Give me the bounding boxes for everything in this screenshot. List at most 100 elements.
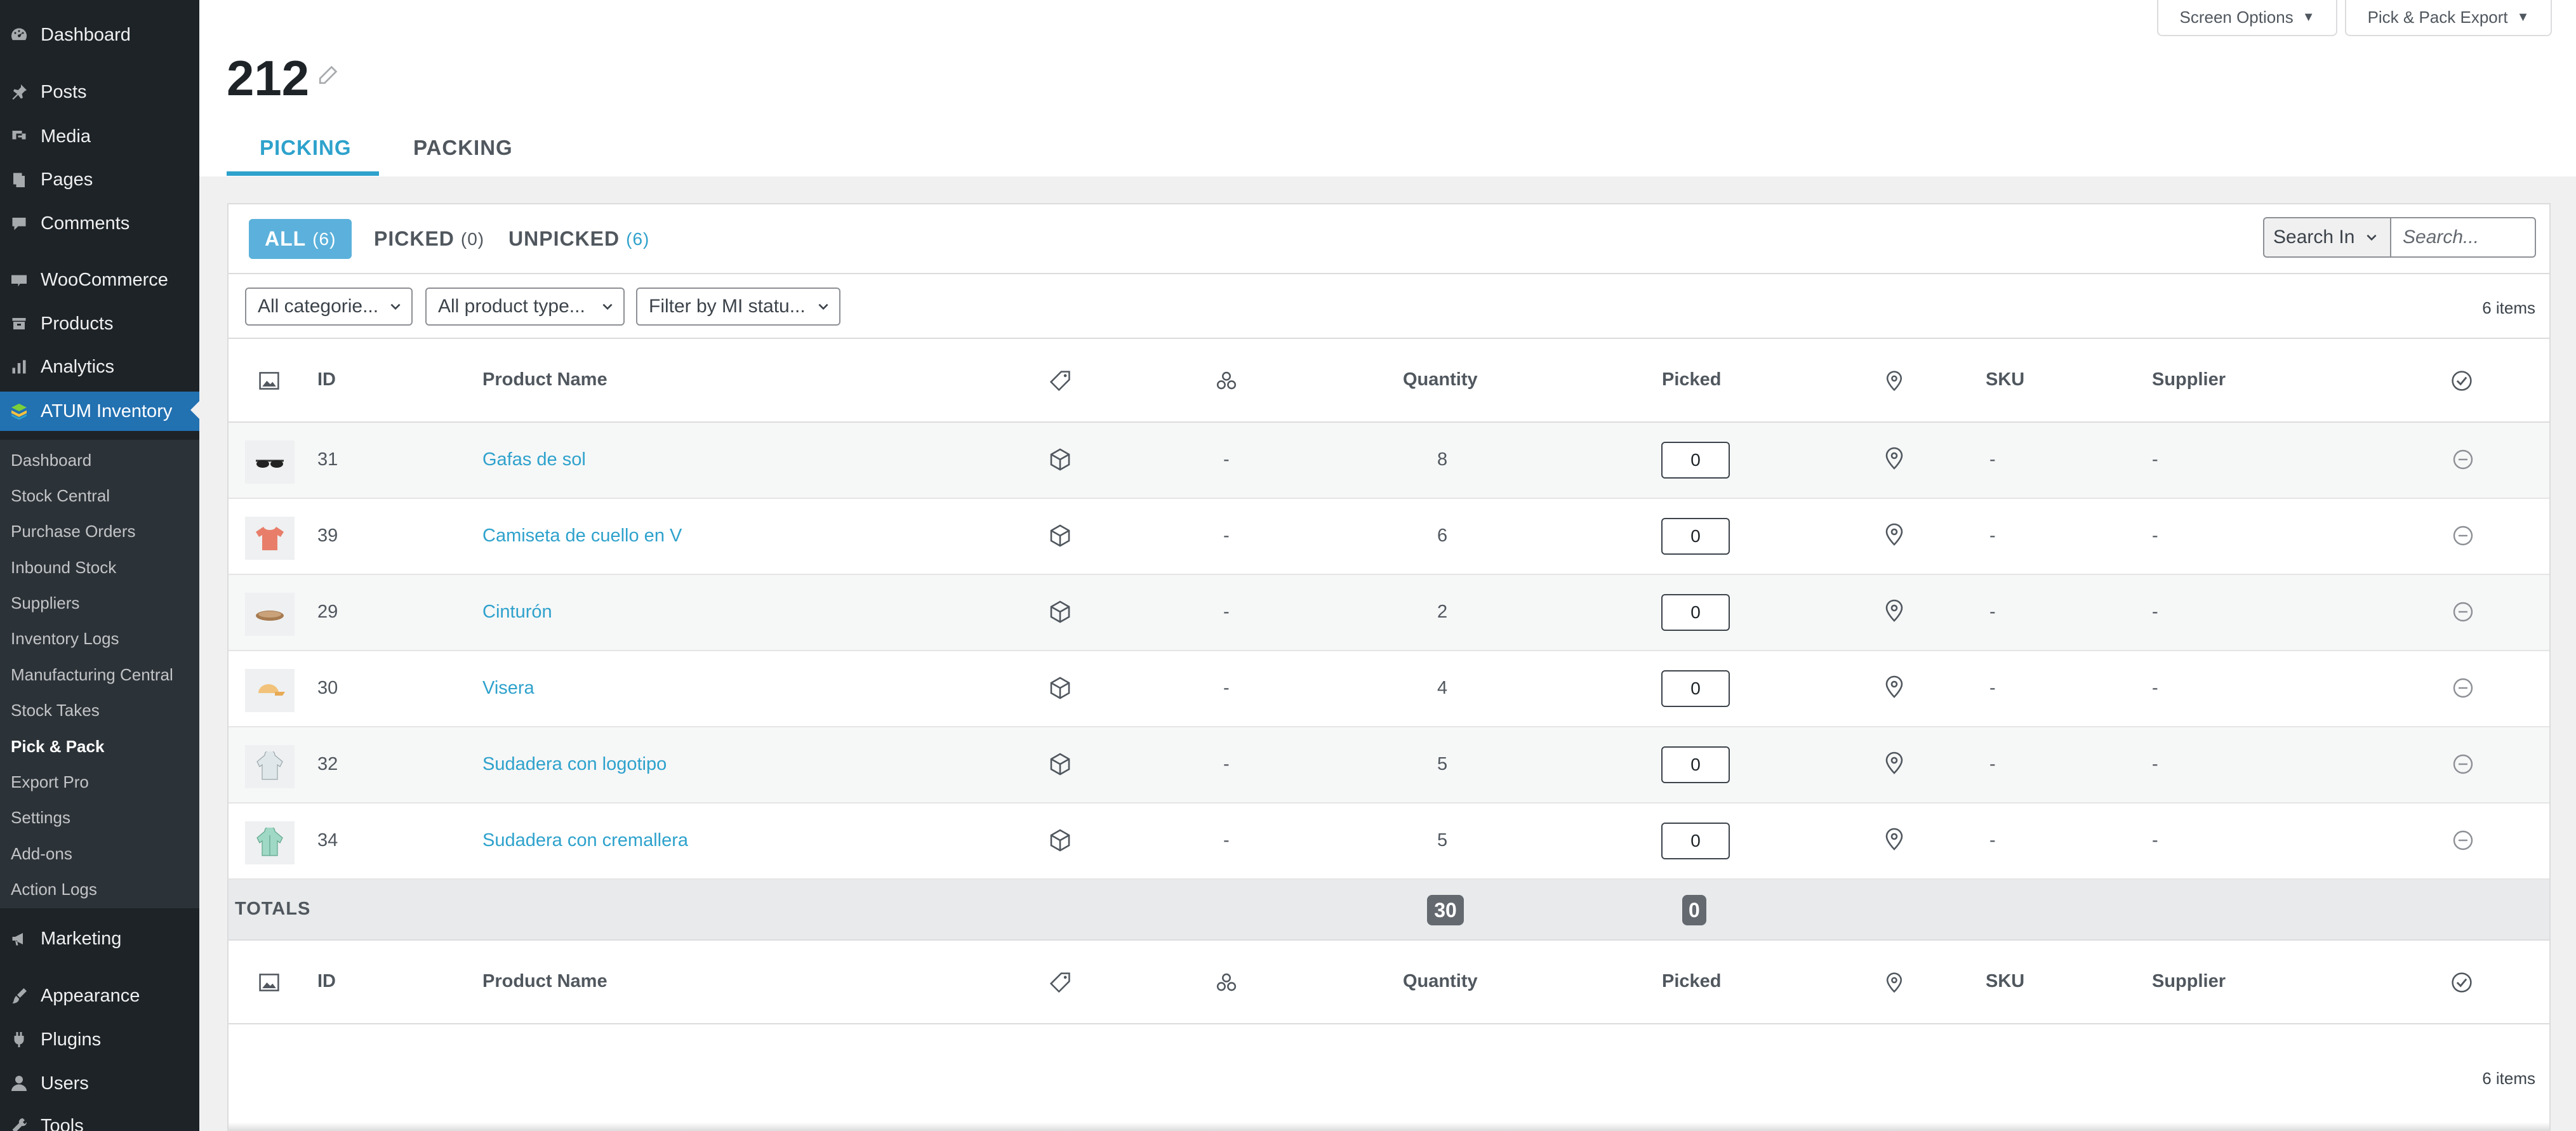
column-header-product-name[interactable]: Product Name xyxy=(482,971,607,992)
tshirt-thumbnail[interactable] xyxy=(245,517,295,560)
tab-picking[interactable]: PICKING xyxy=(260,136,352,160)
sidebar-item-comments[interactable]: Comments xyxy=(0,205,199,242)
view-filter-picked[interactable]: PICKED (0) xyxy=(358,219,500,259)
sidebar-item-dashboard[interactable]: Dashboard xyxy=(0,17,199,53)
sidebar-item-marketing[interactable]: Marketing xyxy=(0,920,199,957)
minus-circle-icon[interactable] xyxy=(2450,751,2476,777)
mi-status-filter-select[interactable]: Filter by MI statu... xyxy=(636,288,840,326)
column-header-id[interactable]: ID xyxy=(317,971,336,992)
product-type-filter-select[interactable]: All product type... xyxy=(425,288,625,326)
view-filter-count: (6) xyxy=(626,228,650,249)
location-pin-icon[interactable] xyxy=(1882,750,1907,776)
screen-options-button[interactable]: Screen Options ▼ xyxy=(2157,0,2337,36)
tab-packing[interactable]: PACKING xyxy=(413,136,513,160)
table-row: 34 Sudadera con cremallera - 5 - - xyxy=(229,804,2549,880)
location-pin-icon[interactable] xyxy=(1882,826,1907,852)
submenu-item-add-ons[interactable]: Add-ons xyxy=(11,841,72,866)
footer-items-count: 6 items xyxy=(2482,1069,2535,1088)
location-pin-icon[interactable] xyxy=(1882,446,1907,471)
submenu-item-action-logs[interactable]: Action Logs xyxy=(11,876,97,902)
sidebar-item-users[interactable]: Users xyxy=(0,1065,199,1102)
minus-circle-icon[interactable] xyxy=(2450,828,2476,853)
submenu-item-settings[interactable]: Settings xyxy=(11,805,70,830)
submenu-item-dashboard[interactable]: Dashboard xyxy=(11,447,91,473)
submenu-item-manufacturing-central[interactable]: Manufacturing Central xyxy=(11,662,173,687)
column-header-id[interactable]: ID xyxy=(317,369,336,390)
product-name-link[interactable]: Camiseta de cuello en V xyxy=(482,526,682,546)
view-filter-all[interactable]: ALL (6) xyxy=(249,219,352,259)
submenu-item-stock-takes[interactable]: Stock Takes xyxy=(11,698,100,723)
column-header-picked[interactable]: Picked xyxy=(1662,369,1722,390)
table-header: ID Product Name Quantity Picked SKU Supp… xyxy=(229,339,2549,423)
product-name-link[interactable]: Visera xyxy=(482,678,534,699)
sidebar-item-label: Analytics xyxy=(41,356,115,377)
panel-bottom-edge xyxy=(229,1122,2549,1131)
pencil-icon[interactable] xyxy=(315,65,338,88)
chevron-down-icon xyxy=(2367,234,2377,241)
search-in-select[interactable]: Search In xyxy=(2263,217,2390,258)
sidebar-item-woocommerce[interactable]: WooCommerce xyxy=(0,261,199,298)
column-header-product-name[interactable]: Product Name xyxy=(482,369,607,390)
sidebar-item-tools[interactable]: Tools xyxy=(0,1108,199,1131)
hoodie-thumbnail[interactable] xyxy=(245,745,295,788)
sidebar-item-appearance[interactable]: Appearance xyxy=(0,977,199,1014)
picked-quantity-input[interactable] xyxy=(1661,670,1730,707)
submenu-item-export-pro[interactable]: Export Pro xyxy=(11,769,89,795)
column-header-supplier[interactable]: Supplier xyxy=(2152,971,2226,992)
submenu-item-suppliers[interactable]: Suppliers xyxy=(11,590,79,616)
picked-quantity-input[interactable] xyxy=(1661,594,1730,631)
belt-thumbnail[interactable] xyxy=(245,593,295,636)
product-name-link[interactable]: Gafas de sol xyxy=(482,449,586,470)
product-name-link[interactable]: Sudadera con logotipo xyxy=(482,754,667,775)
submenu-item-pick-pack[interactable]: Pick & Pack xyxy=(11,734,104,759)
sidebar-item-pages[interactable]: Pages xyxy=(0,161,199,198)
submenu-item-inventory-logs[interactable]: Inventory Logs xyxy=(11,626,119,651)
pick-pack-export-button[interactable]: Pick & Pack Export ▼ xyxy=(2345,0,2552,36)
product-name-link[interactable]: Cinturón xyxy=(482,602,552,623)
submenu-item-purchase-orders[interactable]: Purchase Orders xyxy=(11,519,136,544)
view-filter-label: UNPICKED xyxy=(508,227,620,250)
column-header-supplier[interactable]: Supplier xyxy=(2152,369,2226,390)
submenu-item-inbound-stock[interactable]: Inbound Stock xyxy=(11,555,116,580)
minus-circle-icon[interactable] xyxy=(2450,675,2476,701)
column-header-sku[interactable]: SKU xyxy=(1986,369,2024,390)
product-id: 34 xyxy=(317,830,338,850)
cap-thumbnail[interactable] xyxy=(245,669,295,712)
bom-value: - xyxy=(1223,526,1230,546)
table-row: 39 Camiseta de cuello en V - 6 - - xyxy=(229,499,2549,575)
column-header-quantity[interactable]: Quantity xyxy=(1403,369,1478,390)
minus-circle-icon[interactable] xyxy=(2450,523,2476,548)
sidebar-item-label: Posts xyxy=(41,81,87,102)
sidebar-item-plugins[interactable]: Plugins xyxy=(0,1021,199,1058)
location-pin-icon[interactable] xyxy=(1882,598,1907,623)
submenu-item-stock-central[interactable]: Stock Central xyxy=(11,483,110,508)
product-name-link[interactable]: Sudadera con cremallera xyxy=(482,830,688,851)
picked-quantity-input[interactable] xyxy=(1661,746,1730,783)
product-type-box-icon xyxy=(1050,677,1070,699)
location-pin-icon[interactable] xyxy=(1882,674,1907,699)
quantity-value: 8 xyxy=(1437,449,1448,470)
sunglasses-thumbnail[interactable] xyxy=(245,440,295,484)
picked-quantity-input[interactable] xyxy=(1661,442,1730,479)
sidebar-item-posts[interactable]: Posts xyxy=(0,74,199,110)
column-header-picked[interactable]: Picked xyxy=(1662,971,1722,992)
caret-down-icon: ▼ xyxy=(2516,10,2530,24)
location-pin-icon[interactable] xyxy=(1882,522,1907,547)
search-input[interactable] xyxy=(2390,217,2536,258)
sidebar-item-label: Media xyxy=(41,126,91,147)
sidebar-item-products[interactable]: Products xyxy=(0,305,199,342)
sidebar-item-media[interactable]: Media xyxy=(0,118,199,155)
category-filter-select[interactable]: All categorie... xyxy=(245,288,413,326)
picked-quantity-input[interactable] xyxy=(1661,518,1730,555)
sidebar-item-atum-inventory[interactable]: ATUM Inventory xyxy=(0,392,199,431)
bom-icon xyxy=(1216,371,1237,390)
zip-hoodie-thumbnail[interactable] xyxy=(245,821,295,864)
minus-circle-icon[interactable] xyxy=(2450,447,2476,472)
picked-quantity-input[interactable] xyxy=(1661,823,1730,859)
view-filter-unpicked[interactable]: UNPICKED (6) xyxy=(493,219,665,259)
column-header-sku[interactable]: SKU xyxy=(1986,971,2024,992)
sidebar-item-analytics[interactable]: Analytics xyxy=(0,348,199,385)
column-header-quantity[interactable]: Quantity xyxy=(1403,971,1478,992)
sku-value: - xyxy=(1989,754,1996,774)
minus-circle-icon[interactable] xyxy=(2450,599,2476,625)
